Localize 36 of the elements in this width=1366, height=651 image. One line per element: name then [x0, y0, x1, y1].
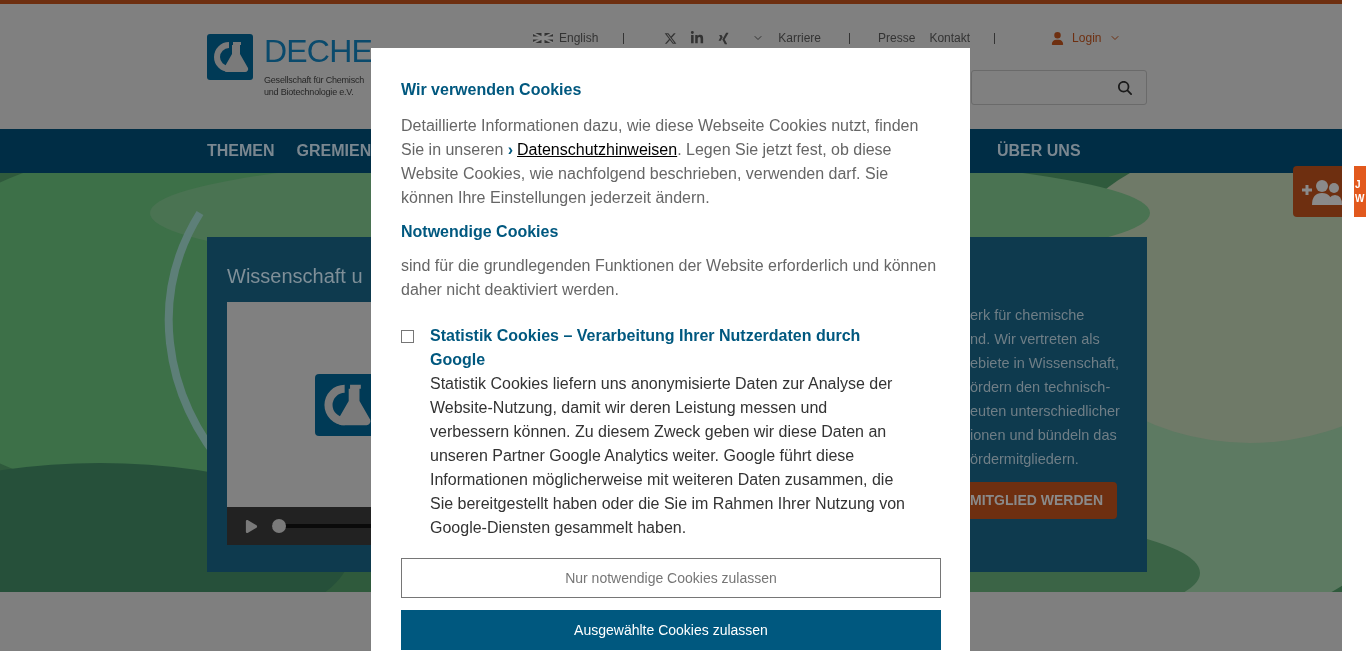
search-field[interactable] — [971, 70, 1147, 105]
logo-wordmark: DECHE — [264, 34, 373, 68]
linkedin-icon[interactable] — [690, 31, 705, 45]
member-button[interactable]: MITGLIED WERDEN — [970, 482, 1117, 519]
top-link[interactable]: Presse — [878, 32, 916, 44]
necessary-only-button[interactable]: Nur notwendige Cookies zulassen — [401, 558, 941, 598]
login-link[interactable]: Login — [1072, 32, 1102, 44]
section-text: sind für die grundlegenden Funktionen der Website erforderlich und können daher nicht deaktiviert werden. — [401, 256, 938, 300]
progress-handle[interactable] — [272, 519, 286, 533]
nav-item[interactable]: ÜBER UNS — [997, 139, 1081, 163]
flag-icon — [533, 33, 553, 43]
section-title: Statistik Cookies – Verarbeitung Ihrer Nutzerdaten durch Google — [430, 326, 862, 370]
logo-tagline: Gesellschaft für Chemisch und Biotechnologie e.V. — [264, 74, 365, 98]
privacy-link[interactable]: › Datenschutzhinweisen — [507, 141, 678, 158]
language-link[interactable]: English — [559, 32, 599, 44]
side-tab[interactable]: J W — [1354, 166, 1366, 217]
top-link[interactable]: Karriere — [778, 32, 822, 44]
nav-item[interactable]: THEMEN — [207, 139, 275, 163]
user-icon — [1051, 31, 1065, 45]
section-text: Statistik Cookies liefern uns anonymisierte Daten zur Analyse der Website-Nutzung, damit wir deren Leistung messen und verbessern können. Zu diesem Zweck geben wir diese Daten an unseren Partner Google Analytics weiter. Google führt diese Informationen möglicherweise mit weiteren Daten zusammen, die Sie bereitgestellt haben oder die Sie im Rahmen Ihrer Nutzung von Google-Diensten gesammelt haben. — [430, 374, 906, 538]
cookie-checkbox[interactable] — [401, 330, 414, 343]
logo-icon — [207, 34, 253, 80]
play-icon[interactable] — [245, 518, 258, 534]
nav-item[interactable]: GREMIEN — [296, 139, 372, 163]
intro-text: Detaillierte Informationen dazu, wie diese Webseite Cookies nutzt, finden Sie in unseren › Datenschutzhinweisen. Legen Sie jetzt fest, ob diese Website Cookies, wie nachfolgend beschrieben, verwenden darf. Sie können Ihre Einstellungen jederzeit ändern. — [401, 116, 920, 208]
section-title: Notwendige Cookies — [401, 222, 560, 242]
dialog-title: Wir verwenden Cookies — [401, 80, 583, 100]
add-people-icon — [1302, 178, 1342, 205]
accept-selected-button[interactable]: Ausgewählte Cookies zulassen — [401, 610, 941, 650]
xing-icon[interactable] — [717, 31, 731, 45]
search-icon — [1118, 80, 1132, 95]
x-icon[interactable] — [664, 31, 678, 45]
hero-title: Wissenschaft u — [227, 264, 363, 289]
top-link[interactable]: Kontakt — [929, 32, 971, 44]
hero-text: erk für chemische nd. Wir vertreten als ebiete in Wissenschaft, ördern den technisch- euten unterschiedlicher ionen und bündeln das ördermitgliedern. — [970, 306, 1121, 469]
membership-tab[interactable] — [1293, 166, 1342, 217]
